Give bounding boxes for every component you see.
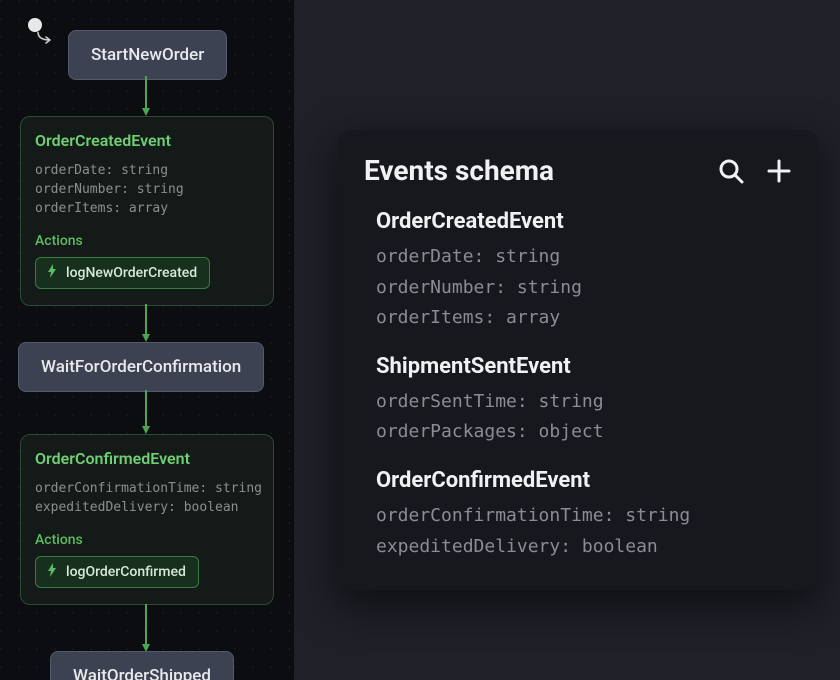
connector-arrow (142, 390, 150, 438)
schema-event-order-confirmed[interactable]: OrderConfirmedEvent orderConfirmationTim… (364, 468, 792, 562)
schema-event-order-created[interactable]: OrderCreatedEvent orderDate: string orde… (364, 209, 792, 334)
add-icon[interactable] (766, 158, 792, 184)
bolt-icon (46, 264, 58, 282)
schema-event-title: OrderCreatedEvent (364, 209, 792, 234)
bolt-icon (46, 563, 58, 581)
schema-event-fields: orderDate: string orderNumber: string or… (364, 242, 792, 334)
event-title: OrderConfirmedEvent (35, 449, 259, 468)
schema-event-fields: orderSentTime: string orderPackages: obj… (364, 387, 792, 448)
state-label: WaitOrderShipped (73, 666, 211, 680)
actions-label: Actions (35, 233, 259, 249)
right-panel: Events schema OrderCreatedEvent orderDat… (294, 0, 840, 680)
schema-event-title: OrderConfirmedEvent (364, 468, 792, 493)
schema-event-fields: orderConfirmationTime: string expeditedD… (364, 501, 792, 562)
flow-diagram-canvas[interactable]: StartNewOrder OrderCreatedEvent orderDat… (0, 0, 294, 680)
schema-event-shipment-sent[interactable]: ShipmentSentEvent orderSentTime: string … (364, 354, 792, 448)
event-node-order-created[interactable]: OrderCreatedEvent orderDate: string orde… (20, 116, 274, 306)
action-label: logOrderConfirmed (66, 564, 186, 580)
state-wait-order-shipped[interactable]: WaitOrderShipped (50, 651, 234, 680)
state-start-new-order[interactable]: StartNewOrder (68, 30, 227, 80)
entry-arrow-icon (36, 32, 56, 44)
entry-point (28, 18, 42, 32)
event-fields: orderDate: string orderNumber: string or… (35, 162, 259, 219)
event-fields: orderConfirmationTime: string expeditedD… (35, 480, 259, 518)
actions-label: Actions (35, 532, 259, 548)
connector-arrow (142, 304, 150, 346)
entry-circle-icon (28, 18, 42, 32)
action-chip-log-order-confirmed[interactable]: logOrderConfirmed (35, 556, 199, 588)
action-chip-log-new-order[interactable]: logNewOrderCreated (35, 257, 210, 289)
schema-title: Events schema (364, 154, 718, 187)
schema-header: Events schema (364, 154, 792, 187)
connector-arrow (142, 604, 150, 656)
event-title: OrderCreatedEvent (35, 131, 259, 150)
action-label: logNewOrderCreated (66, 265, 197, 281)
connector-arrow (142, 76, 150, 120)
event-node-order-confirmed[interactable]: OrderConfirmedEvent orderConfirmationTim… (20, 434, 274, 605)
search-icon[interactable] (718, 158, 744, 184)
state-label: StartNewOrder (91, 45, 204, 65)
state-label: WaitForOrderConfirmation (41, 357, 241, 377)
events-schema-panel: Events schema OrderCreatedEvent orderDat… (338, 130, 818, 590)
state-wait-for-confirmation[interactable]: WaitForOrderConfirmation (18, 342, 264, 392)
schema-event-title: ShipmentSentEvent (364, 354, 792, 379)
